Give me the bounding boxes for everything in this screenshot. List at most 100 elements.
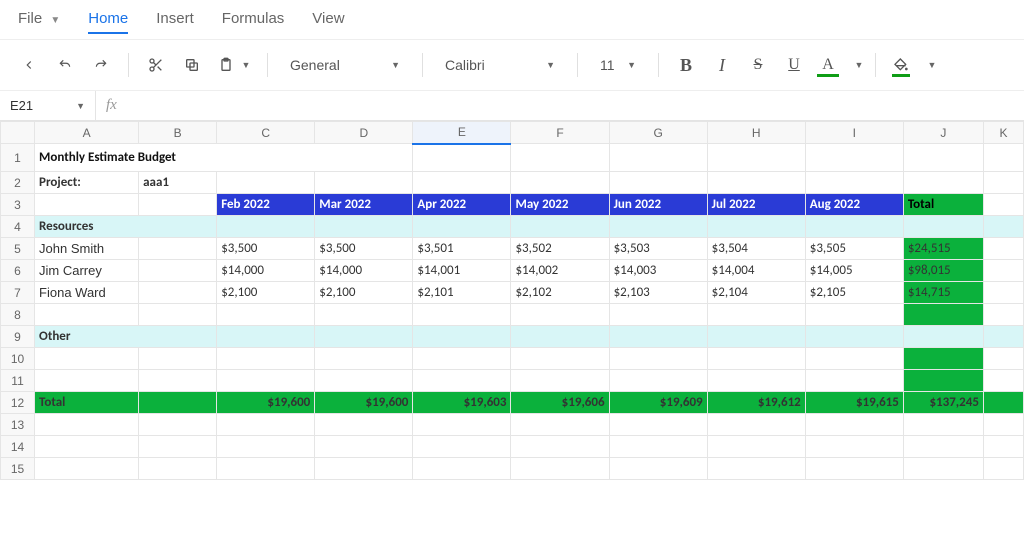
cell-month-6[interactable]: Aug 2022 — [805, 194, 903, 216]
row-header-4[interactable]: 4 — [1, 216, 35, 238]
cell[interactable] — [35, 370, 139, 392]
col-header-J[interactable]: J — [903, 122, 983, 144]
cell[interactable] — [707, 436, 805, 458]
cell[interactable] — [983, 238, 1023, 260]
cell-col-total-1[interactable]: $19,600 — [315, 392, 413, 414]
cell[interactable] — [805, 370, 903, 392]
cell-section-other[interactable]: Other — [35, 326, 217, 348]
strikethrough-button[interactable]: S — [743, 50, 773, 80]
cell[interactable]: $3,501 — [413, 238, 511, 260]
cut-button[interactable] — [141, 50, 171, 80]
fill-color-button[interactable] — [888, 50, 914, 80]
cell-name-1[interactable]: Jim Carrey — [35, 260, 139, 282]
cell[interactable] — [413, 144, 511, 172]
row-header-2[interactable]: 2 — [1, 172, 35, 194]
cell[interactable] — [707, 172, 805, 194]
cell-name-0[interactable]: John Smith — [35, 238, 139, 260]
cell[interactable] — [983, 326, 1023, 348]
cell[interactable]: $2,100 — [217, 282, 315, 304]
cell[interactable] — [315, 348, 413, 370]
font-size-select[interactable]: 11 ▼ — [590, 50, 646, 80]
cell[interactable] — [707, 370, 805, 392]
cell[interactable] — [707, 414, 805, 436]
cell[interactable] — [511, 326, 609, 348]
cell[interactable] — [609, 144, 707, 172]
cell[interactable] — [511, 414, 609, 436]
row-header-12[interactable]: 12 — [1, 392, 35, 414]
col-header-G[interactable]: G — [609, 122, 707, 144]
cell[interactable] — [35, 194, 139, 216]
cell[interactable] — [139, 370, 217, 392]
cell[interactable] — [983, 348, 1023, 370]
cell-month-5[interactable]: Jul 2022 — [707, 194, 805, 216]
cell[interactable] — [35, 414, 139, 436]
col-header-C[interactable]: C — [217, 122, 315, 144]
cell[interactable]: $3,502 — [511, 238, 609, 260]
cell[interactable] — [139, 238, 217, 260]
cell[interactable] — [707, 326, 805, 348]
col-header-H[interactable]: H — [707, 122, 805, 144]
cell[interactable] — [707, 348, 805, 370]
cell[interactable] — [805, 436, 903, 458]
cell[interactable] — [903, 370, 983, 392]
cell[interactable] — [609, 370, 707, 392]
cell[interactable] — [903, 436, 983, 458]
cell[interactable] — [217, 304, 315, 326]
cell[interactable]: $3,505 — [805, 238, 903, 260]
spreadsheet-grid[interactable]: A B C D E F G H I J K 1 Monthly Estimate… — [0, 121, 1024, 555]
cell[interactable] — [903, 216, 983, 238]
cell[interactable]: $3,504 — [707, 238, 805, 260]
cell[interactable] — [805, 144, 903, 172]
row-header-11[interactable]: 11 — [1, 370, 35, 392]
cell[interactable]: $2,104 — [707, 282, 805, 304]
cell[interactable]: $2,102 — [511, 282, 609, 304]
fill-color-dropdown[interactable]: ▼ — [920, 50, 936, 80]
cell-row-total-2[interactable]: $14,715 — [903, 282, 983, 304]
cell[interactable] — [609, 348, 707, 370]
col-header-F[interactable]: F — [511, 122, 609, 144]
row-header-9[interactable]: 9 — [1, 326, 35, 348]
row-header-6[interactable]: 6 — [1, 260, 35, 282]
cell-name-2[interactable]: Fiona Ward — [35, 282, 139, 304]
cell[interactable] — [217, 458, 315, 480]
cell[interactable] — [35, 304, 139, 326]
cell[interactable] — [139, 348, 217, 370]
cell[interactable] — [413, 458, 511, 480]
cell[interactable] — [315, 458, 413, 480]
cell-col-total-5[interactable]: $19,612 — [707, 392, 805, 414]
cell[interactable] — [315, 304, 413, 326]
cell[interactable] — [139, 304, 217, 326]
cell[interactable] — [35, 436, 139, 458]
row-header-1[interactable]: 1 — [1, 144, 35, 172]
row-header-14[interactable]: 14 — [1, 436, 35, 458]
cell[interactable] — [511, 370, 609, 392]
col-header-A[interactable]: A — [35, 122, 139, 144]
cell[interactable] — [413, 370, 511, 392]
cell-grand-total[interactable]: $137,245 — [903, 392, 983, 414]
cell-row-total-0[interactable]: $24,515 — [903, 238, 983, 260]
cell[interactable]: $2,101 — [413, 282, 511, 304]
cell[interactable] — [217, 436, 315, 458]
cell-month-3[interactable]: May 2022 — [511, 194, 609, 216]
cell[interactable] — [217, 216, 315, 238]
cell[interactable] — [217, 414, 315, 436]
cell[interactable] — [983, 370, 1023, 392]
cell[interactable] — [413, 348, 511, 370]
underline-button[interactable]: U — [779, 50, 809, 80]
col-header-E[interactable]: E — [413, 122, 511, 144]
cell[interactable] — [139, 194, 217, 216]
cell[interactable] — [707, 216, 805, 238]
cell[interactable]: $14,005 — [805, 260, 903, 282]
back-button[interactable] — [14, 50, 44, 80]
cell[interactable] — [983, 436, 1023, 458]
cell[interactable] — [903, 414, 983, 436]
cell[interactable] — [511, 458, 609, 480]
cell[interactable] — [983, 260, 1023, 282]
row-header-8[interactable]: 8 — [1, 304, 35, 326]
cell[interactable] — [805, 216, 903, 238]
cell-row-total-1[interactable]: $98,015 — [903, 260, 983, 282]
cell-title[interactable]: Monthly Estimate Budget — [35, 144, 413, 172]
cell[interactable] — [983, 172, 1023, 194]
cell[interactable] — [983, 282, 1023, 304]
cell[interactable] — [511, 436, 609, 458]
